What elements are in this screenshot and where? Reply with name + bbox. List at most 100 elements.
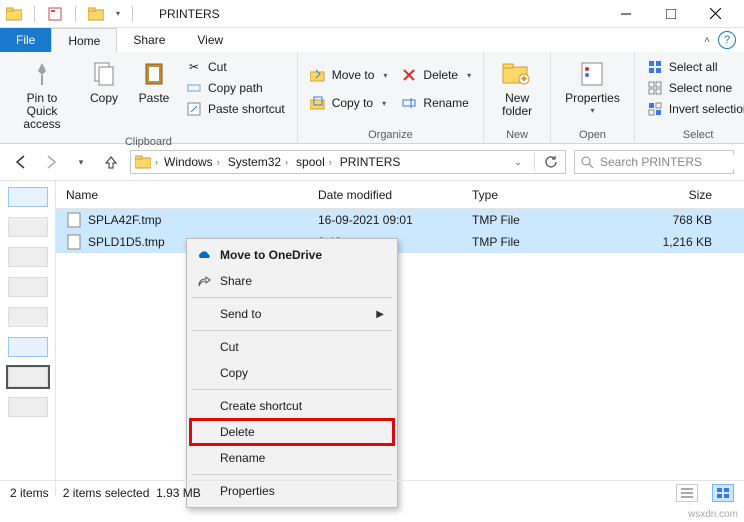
ctx-cut[interactable]: Cut: [190, 334, 394, 360]
new-folder-button[interactable]: ✦ New folder: [494, 56, 540, 120]
collapse-ribbon-icon[interactable]: ˄: [704, 35, 710, 46]
group-label: Select: [645, 129, 744, 141]
address-bar[interactable]: › Windows› System32› spool› PRINTERS ⌄: [130, 150, 566, 174]
pin-quick-access-button[interactable]: Pin to Quick access: [10, 56, 74, 134]
new-folder-icon: ✦: [501, 58, 533, 90]
copy-button[interactable]: Copy: [84, 56, 124, 107]
select-none-icon: [647, 80, 663, 96]
shortcut-icon: [186, 101, 202, 117]
paste-label: Paste: [139, 92, 170, 105]
column-headers: Name Date modified Type Size: [56, 181, 744, 209]
group-label: Clipboard: [10, 136, 287, 148]
table-row[interactable]: SPLD1D5.tmp 2:42 TMP File 1,216 KB: [56, 231, 744, 253]
breadcrumb[interactable]: PRINTERS: [338, 155, 403, 169]
nav-thumb[interactable]: [8, 397, 48, 417]
nav-thumb[interactable]: [8, 367, 48, 387]
invert-icon: [647, 101, 663, 117]
column-date[interactable]: Date modified: [318, 188, 472, 202]
column-name[interactable]: Name: [66, 188, 318, 202]
address-dropdown-icon[interactable]: ⌄: [508, 152, 528, 172]
tab-share[interactable]: Share: [117, 28, 181, 52]
window-title: PRINTERS: [159, 7, 220, 21]
nav-thumb[interactable]: [8, 187, 48, 207]
pin-icon: [26, 58, 58, 90]
group-label: New: [494, 129, 540, 141]
tab-file[interactable]: File: [0, 28, 51, 52]
quick-access-toolbar: ▾: [6, 6, 126, 22]
back-button[interactable]: [10, 151, 32, 173]
up-button[interactable]: [100, 151, 122, 173]
tab-view[interactable]: View: [181, 28, 239, 52]
column-type[interactable]: Type: [472, 188, 622, 202]
breadcrumb[interactable]: System32›: [226, 155, 290, 169]
refresh-button[interactable]: [541, 152, 561, 172]
table-row[interactable]: SPLA42F.tmp 16-09-2021 09:01 TMP File 76…: [56, 209, 744, 231]
minimize-button[interactable]: [603, 0, 648, 28]
scissors-icon: ✂: [186, 59, 202, 75]
invert-selection-button[interactable]: Invert selection: [645, 100, 744, 118]
copy-to-icon: [310, 95, 326, 111]
group-clipboard: Pin to Quick access Copy Paste ✂Cut Copy…: [0, 52, 298, 143]
properties-label: Properties: [565, 92, 620, 105]
move-to-button[interactable]: Move to▾: [308, 66, 390, 84]
file-list[interactable]: Name Date modified Type Size SPLA42F.tmp…: [56, 181, 744, 496]
submenu-arrow-icon: ▶: [376, 309, 384, 320]
paste-icon: [138, 58, 170, 90]
properties-icon[interactable]: [47, 6, 63, 22]
nav-thumb[interactable]: [8, 307, 48, 327]
nav-thumb[interactable]: [8, 247, 48, 267]
file-icon: [66, 234, 82, 250]
search-input[interactable]: [600, 155, 744, 169]
nav-thumb[interactable]: [8, 277, 48, 297]
path-icon: [186, 80, 202, 96]
onedrive-icon: [196, 247, 212, 263]
tab-home[interactable]: Home: [51, 28, 117, 52]
cut-button[interactable]: ✂Cut: [184, 58, 287, 76]
recent-locations-button[interactable]: ▾: [70, 151, 92, 173]
select-none-button[interactable]: Select none: [645, 79, 744, 97]
window-controls: [603, 0, 738, 28]
maximize-button[interactable]: [648, 0, 693, 28]
nav-thumb[interactable]: [8, 337, 48, 357]
delete-button[interactable]: Delete▾: [399, 66, 473, 84]
breadcrumb[interactable]: Windows›: [162, 155, 222, 169]
view-thumbnails-button[interactable]: [712, 484, 734, 502]
nav-thumb[interactable]: [8, 217, 48, 237]
ctx-delete[interactable]: Delete: [190, 419, 394, 445]
share-icon: [196, 273, 212, 289]
ctx-copy[interactable]: Copy: [190, 360, 394, 386]
ctx-rename[interactable]: Rename: [190, 445, 394, 471]
copy-label: Copy: [90, 92, 118, 105]
close-button[interactable]: [693, 0, 738, 28]
folder-icon: [135, 154, 151, 170]
ctx-move-onedrive[interactable]: Move to OneDrive: [190, 242, 394, 268]
pin-label: Pin to Quick access: [14, 92, 70, 132]
qat-dropdown-icon[interactable]: ▾: [110, 6, 126, 22]
group-label: Organize: [308, 129, 473, 141]
file-icon: [66, 212, 82, 228]
group-organize: Move to▾ Copy to▾ Delete▾ Rename Organiz…: [298, 52, 484, 143]
rename-button[interactable]: Rename: [399, 94, 473, 112]
status-size: 1.93 MB: [156, 486, 201, 500]
ctx-create-shortcut[interactable]: Create shortcut: [190, 393, 394, 419]
ctx-share[interactable]: Share: [190, 268, 394, 294]
folder-icon[interactable]: [88, 6, 104, 22]
copy-to-button[interactable]: Copy to▾: [308, 94, 390, 112]
ribbon: Pin to Quick access Copy Paste ✂Cut Copy…: [0, 52, 744, 144]
paste-shortcut-button[interactable]: Paste shortcut: [184, 100, 287, 118]
search-box[interactable]: [574, 150, 734, 174]
help-icon[interactable]: ?: [718, 31, 736, 49]
ribbon-tabs: File Home Share View ˄ ?: [0, 28, 744, 52]
copy-path-button[interactable]: Copy path: [184, 79, 287, 97]
view-details-button[interactable]: [676, 484, 698, 502]
breadcrumb[interactable]: spool›: [294, 155, 334, 169]
select-all-button[interactable]: Select all: [645, 58, 744, 76]
paste-button[interactable]: Paste: [134, 56, 174, 107]
properties-button[interactable]: Properties ▾: [561, 56, 624, 118]
column-size[interactable]: Size: [622, 188, 732, 202]
move-icon: [310, 67, 326, 83]
ctx-send-to[interactable]: Send to ▶: [190, 301, 394, 327]
forward-button[interactable]: [40, 151, 62, 173]
search-icon: [581, 156, 594, 169]
navigation-pane[interactable]: [0, 181, 56, 496]
